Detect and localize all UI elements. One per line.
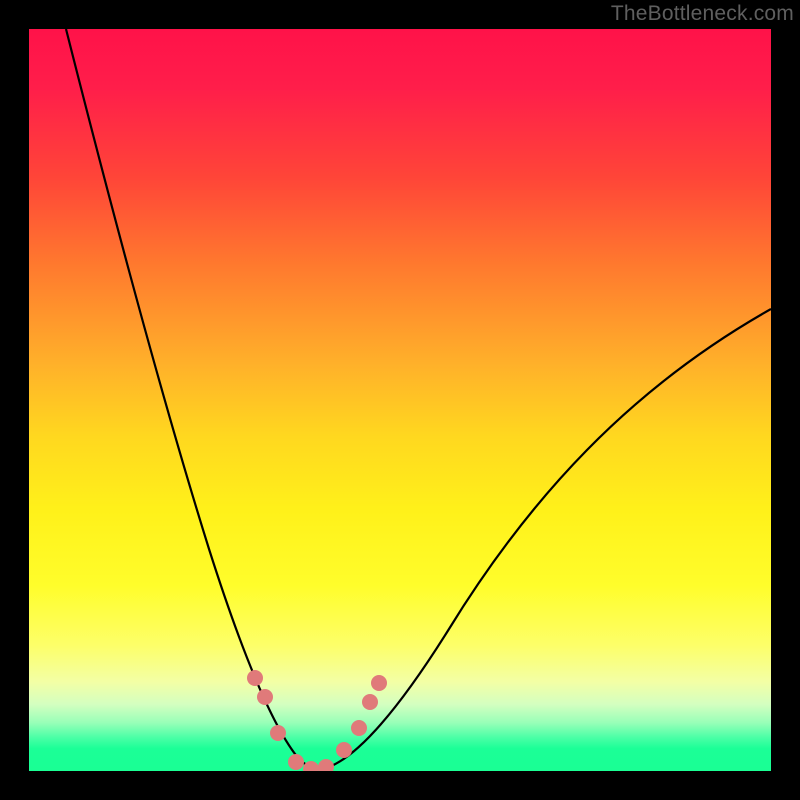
valley-marker-dots — [247, 670, 387, 771]
bottleneck-curve-svg — [29, 29, 771, 771]
watermark-text: TheBottleneck.com — [611, 2, 794, 26]
bottleneck-curve-path — [66, 29, 771, 768]
chart-plot-area — [29, 29, 771, 771]
